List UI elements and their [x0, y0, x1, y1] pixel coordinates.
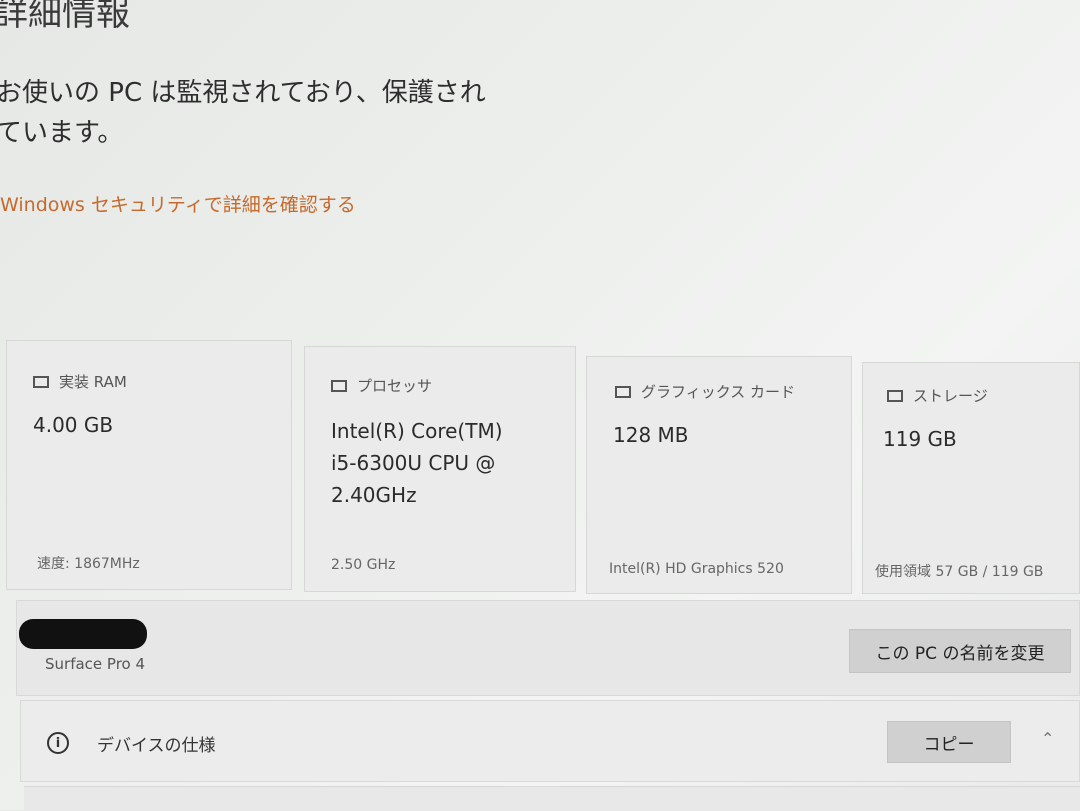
ram-card: 実装 RAM 4.00 GB 速度: 1867MHz [6, 340, 292, 590]
graphics-label: グラフィックス カード [641, 383, 796, 401]
storage-label: ストレージ [913, 387, 988, 405]
storage-icon [887, 389, 903, 402]
ram-icon [33, 375, 49, 388]
processor-value-line2: i5-6300U CPU @ [331, 451, 496, 475]
processor-icon [331, 379, 347, 392]
graphics-card-icon [615, 385, 631, 398]
info-icon: i [47, 732, 69, 754]
processor-value-line1: Intel(R) Core(TM) [331, 419, 503, 443]
graphics-memory: 128 MB [613, 423, 689, 447]
device-spec-label: デバイスの仕様 [97, 736, 216, 756]
page-title: 詳細情報 [0, 0, 130, 34]
chevron-up-icon[interactable]: ⌃ [1041, 729, 1054, 748]
processor-label: プロセッサ [357, 377, 433, 395]
processor-card: プロセッサ Intel(R) Core(TM) i5-6300U CPU @ 2… [304, 346, 576, 592]
protection-status-line2: ています。 [0, 118, 124, 148]
next-section-row [24, 786, 1080, 811]
storage-usage: 使用領域 57 GB / 119 GB [875, 564, 1044, 580]
rename-pc-button[interactable]: この PC の名前を変更 [849, 629, 1071, 673]
graphics-model: Intel(R) HD Graphics 520 [609, 561, 784, 577]
windows-security-link[interactable]: Windows セキュリティで詳細を確認する [0, 190, 356, 217]
ram-speed: 速度: 1867MHz [37, 556, 140, 572]
graphics-card: グラフィックス カード 128 MB Intel(R) HD Graphics … [586, 356, 852, 594]
pc-name-row: Surface Pro 4 この PC の名前を変更 [16, 600, 1080, 696]
ram-value: 4.00 GB [33, 413, 114, 437]
graphics-card-header: グラフィックス カード [615, 381, 795, 402]
processor-card-header: プロセッサ [331, 375, 432, 396]
ram-label: 実装 RAM [59, 373, 127, 391]
pc-model: Surface Pro 4 [45, 655, 146, 673]
storage-total: 119 GB [883, 427, 957, 451]
device-spec-row[interactable]: i デバイスの仕様 コピー ⌃ [20, 700, 1080, 782]
processor-value-line3: 2.40GHz [331, 483, 417, 507]
ram-card-header: 実装 RAM [33, 371, 127, 392]
processor-base-speed: 2.50 GHz [331, 557, 396, 573]
copy-button[interactable]: コピー [887, 721, 1011, 763]
storage-card-header: ストレージ [887, 385, 988, 406]
protection-status-line1: お使いの PC は監視されており、保護され [0, 78, 486, 108]
redacted-pc-name [19, 619, 147, 649]
storage-card: ストレージ 119 GB 使用領域 57 GB / 119 GB [862, 362, 1080, 594]
